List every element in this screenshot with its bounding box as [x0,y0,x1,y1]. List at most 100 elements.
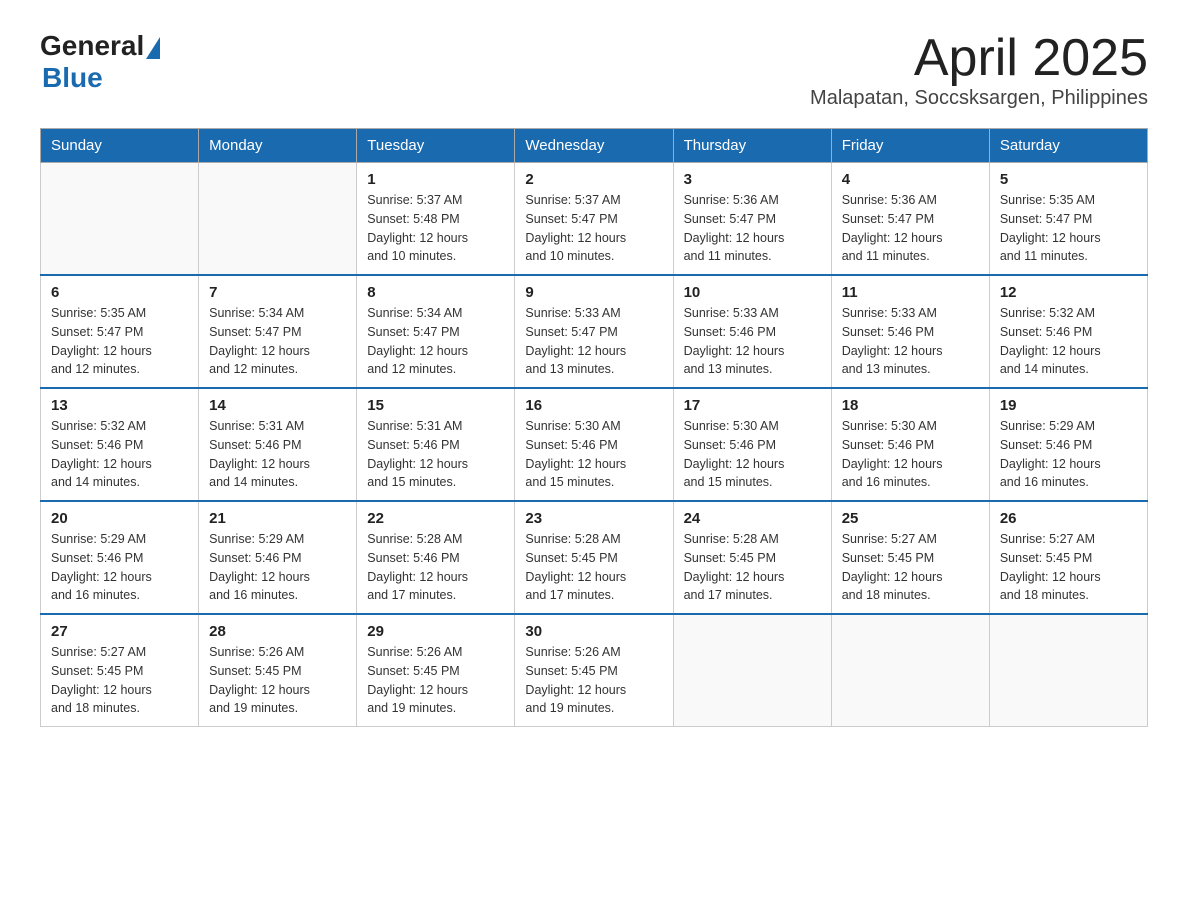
page-subtitle: Malapatan, Soccsksargen, Philippines [810,87,1148,110]
logo-general-text: General [40,30,144,62]
calendar-cell [831,614,989,727]
day-info: Sunrise: 5:26 AM Sunset: 5:45 PM Dayligh… [209,643,346,718]
calendar-cell: 2Sunrise: 5:37 AM Sunset: 5:47 PM Daylig… [515,163,673,276]
day-number: 9 [525,284,662,301]
day-info: Sunrise: 5:33 AM Sunset: 5:47 PM Dayligh… [525,304,662,379]
day-info: Sunrise: 5:30 AM Sunset: 5:46 PM Dayligh… [684,417,821,492]
calendar-cell: 29 Sunrise: 5:26 AM Sunset: 5:45 PM Dayli… [357,614,515,727]
day-info: Sunrise: 5:30 AM Sunset: 5:46 PM Dayligh… [842,417,979,492]
day-info: Sunrise: 5:32 AM Sunset: 5:46 PM Dayligh… [1000,304,1137,379]
calendar-week-row: 27 Sunrise: 5:27 AM Sunset: 5:45 PM Dayli… [41,614,1148,727]
day-number: 26 [1000,510,1137,527]
day-of-week-header: Tuesday [357,129,515,163]
calendar-table: SundayMondayTuesdayWednesdayThursdayFrid… [40,128,1148,727]
day-number: 5 [1000,171,1137,188]
calendar-cell: 11 Sunrise: 5:33 AM Sunset: 5:46 PM Dayli… [831,275,989,388]
calendar-cell: 25 Sunrise: 5:27 AM Sunset: 5:45 PM Dayli… [831,501,989,614]
day-info: Sunrise: 5:31 AM Sunset: 5:46 PM Dayligh… [209,417,346,492]
calendar-week-row: 13 Sunrise: 5:32 AM Sunset: 5:46 PM Dayli… [41,388,1148,501]
day-number: 27 [51,623,188,640]
day-number: 25 [842,510,979,527]
calendar-cell [199,163,357,276]
day-info: Sunrise: 5:26 AM Sunset: 5:45 PM Dayligh… [525,643,662,718]
day-info: Sunrise: 5:26 AM Sunset: 5:45 PM Dayligh… [367,643,504,718]
day-number: 14 [209,397,346,414]
day-info: Sunrise: 5:27 AM Sunset: 5:45 PM Dayligh… [1000,530,1137,605]
day-info: Sunrise: 5:32 AM Sunset: 5:46 PM Dayligh… [51,417,188,492]
logo-triangle-icon [146,37,160,59]
calendar-cell: 1Sunrise: 5:37 AM Sunset: 5:48 PM Daylig… [357,163,515,276]
day-number: 17 [684,397,821,414]
calendar-cell: 8Sunrise: 5:34 AM Sunset: 5:47 PM Daylig… [357,275,515,388]
day-info: Sunrise: 5:29 AM Sunset: 5:46 PM Dayligh… [209,530,346,605]
day-of-week-header: Saturday [989,129,1147,163]
day-info: Sunrise: 5:35 AM Sunset: 5:47 PM Dayligh… [51,304,188,379]
day-number: 20 [51,510,188,527]
day-number: 19 [1000,397,1137,414]
day-info: Sunrise: 5:33 AM Sunset: 5:46 PM Dayligh… [842,304,979,379]
calendar-cell: 10 Sunrise: 5:33 AM Sunset: 5:46 PM Dayli… [673,275,831,388]
day-number: 11 [842,284,979,301]
day-number: 30 [525,623,662,640]
day-number: 13 [51,397,188,414]
day-number: 23 [525,510,662,527]
day-number: 28 [209,623,346,640]
day-number: 18 [842,397,979,414]
calendar-cell: 23 Sunrise: 5:28 AM Sunset: 5:45 PM Dayli… [515,501,673,614]
calendar-cell [41,163,199,276]
calendar-cell: 14 Sunrise: 5:31 AM Sunset: 5:46 PM Dayli… [199,388,357,501]
day-number: 21 [209,510,346,527]
day-info: Sunrise: 5:34 AM Sunset: 5:47 PM Dayligh… [209,304,346,379]
day-number: 3 [684,171,821,188]
calendar-cell: 3 Sunrise: 5:36 AM Sunset: 5:47 PM Daylig… [673,163,831,276]
day-number: 1 [367,171,504,188]
day-info: Sunrise: 5:30 AM Sunset: 5:46 PM Dayligh… [525,417,662,492]
calendar-cell: 20 Sunrise: 5:29 AM Sunset: 5:46 PM Dayli… [41,501,199,614]
calendar-cell: 28 Sunrise: 5:26 AM Sunset: 5:45 PM Dayli… [199,614,357,727]
day-info: Sunrise: 5:36 AM Sunset: 5:47 PM Dayligh… [842,191,979,266]
calendar-cell: 18 Sunrise: 5:30 AM Sunset: 5:46 PM Dayli… [831,388,989,501]
calendar-week-row: 1Sunrise: 5:37 AM Sunset: 5:48 PM Daylig… [41,163,1148,276]
day-info: Sunrise: 5:36 AM Sunset: 5:47 PM Dayligh… [684,191,821,266]
day-number: 24 [684,510,821,527]
calendar-week-row: 20 Sunrise: 5:29 AM Sunset: 5:46 PM Dayli… [41,501,1148,614]
calendar-cell: 27 Sunrise: 5:27 AM Sunset: 5:45 PM Dayli… [41,614,199,727]
day-of-week-header: Friday [831,129,989,163]
day-info: Sunrise: 5:33 AM Sunset: 5:46 PM Dayligh… [684,304,821,379]
calendar-cell: 26 Sunrise: 5:27 AM Sunset: 5:45 PM Dayli… [989,501,1147,614]
day-number: 22 [367,510,504,527]
calendar-cell: 6 Sunrise: 5:35 AM Sunset: 5:47 PM Daylig… [41,275,199,388]
day-of-week-header: Sunday [41,129,199,163]
day-of-week-header: Thursday [673,129,831,163]
calendar-cell: 12Sunrise: 5:32 AM Sunset: 5:46 PM Dayli… [989,275,1147,388]
calendar-cell: 19 Sunrise: 5:29 AM Sunset: 5:46 PM Dayli… [989,388,1147,501]
day-info: Sunrise: 5:37 AM Sunset: 5:47 PM Dayligh… [525,191,662,266]
day-info: Sunrise: 5:27 AM Sunset: 5:45 PM Dayligh… [842,530,979,605]
calendar-cell: 15Sunrise: 5:31 AM Sunset: 5:46 PM Dayli… [357,388,515,501]
calendar-cell: 5Sunrise: 5:35 AM Sunset: 5:47 PM Daylig… [989,163,1147,276]
calendar-week-row: 6 Sunrise: 5:35 AM Sunset: 5:47 PM Daylig… [41,275,1148,388]
calendar-cell: 21 Sunrise: 5:29 AM Sunset: 5:46 PM Dayli… [199,501,357,614]
calendar-cell: 24Sunrise: 5:28 AM Sunset: 5:45 PM Dayli… [673,501,831,614]
calendar-cell [673,614,831,727]
logo: General Blue [40,30,160,94]
calendar-cell: 17 Sunrise: 5:30 AM Sunset: 5:46 PM Dayli… [673,388,831,501]
page-header: General Blue April 2025 Malapatan, Soccs… [40,30,1148,110]
page-title: April 2025 [810,30,1148,87]
calendar-cell: 16 Sunrise: 5:30 AM Sunset: 5:46 PM Dayli… [515,388,673,501]
day-number: 15 [367,397,504,414]
calendar-cell: 7 Sunrise: 5:34 AM Sunset: 5:47 PM Daylig… [199,275,357,388]
day-number: 6 [51,284,188,301]
day-info: Sunrise: 5:29 AM Sunset: 5:46 PM Dayligh… [1000,417,1137,492]
day-info: Sunrise: 5:29 AM Sunset: 5:46 PM Dayligh… [51,530,188,605]
day-number: 10 [684,284,821,301]
day-info: Sunrise: 5:28 AM Sunset: 5:45 PM Dayligh… [525,530,662,605]
title-block: April 2025 Malapatan, Soccsksargen, Phil… [810,30,1148,110]
day-number: 29 [367,623,504,640]
day-number: 16 [525,397,662,414]
calendar-cell: 22Sunrise: 5:28 AM Sunset: 5:46 PM Dayli… [357,501,515,614]
day-number: 8 [367,284,504,301]
day-number: 7 [209,284,346,301]
calendar-cell: 9 Sunrise: 5:33 AM Sunset: 5:47 PM Daylig… [515,275,673,388]
day-info: Sunrise: 5:27 AM Sunset: 5:45 PM Dayligh… [51,643,188,718]
